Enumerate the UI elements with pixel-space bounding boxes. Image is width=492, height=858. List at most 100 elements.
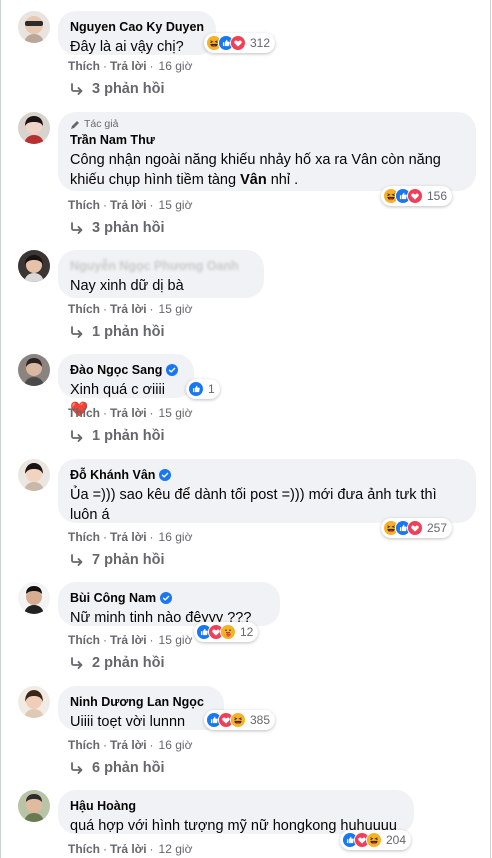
reply-link[interactable]: Trả lời [110,530,147,544]
frame-left-border [0,0,1,858]
timestamp[interactable]: 15 giờ [159,302,193,316]
comment-bubble: Hậu Hoàng quá hợp với hình tượng mỹ nữ h… [58,790,414,834]
love-icon [230,35,246,51]
view-replies-link[interactable]: 2 phản hồi [70,655,165,671]
avatar[interactable] [18,112,50,144]
reaction-summary[interactable]: 156 [381,186,453,206]
avatar[interactable] [18,582,50,614]
replies-count: 6 phản hồi [92,760,165,776]
pen-icon [71,120,79,129]
like-link[interactable]: Thích [68,59,100,73]
view-replies-link[interactable]: 1 phản hồi [70,324,165,340]
separator-dot: · [149,738,154,752]
comment-author[interactable]: Nguyen Cao Ky Duyen [70,19,204,35]
separator-dot: · [149,530,154,544]
comment-actions: Thích · Trả lời · 15 giờ [68,302,192,316]
comment-author[interactable]: Nguyễn Ngọc Phương Oanh [70,258,252,274]
verified-badge-icon [159,469,172,481]
like-link[interactable]: Thích [68,530,100,544]
comment-text: Uiiii toẹt vời lunnn [70,714,186,730]
reaction-count: 257 [427,521,448,535]
timestamp[interactable]: 16 giờ [159,59,193,73]
reply-arrow-icon [70,222,84,234]
reaction-summary[interactable]: 385 [204,710,276,730]
replies-count: 7 phản hồi [92,552,165,568]
comment-bubble: Tác giả Trần Nam Thư Công nhận ngoài năn… [58,112,476,191]
reply-arrow-icon [70,657,84,669]
comment-bubble: Đỗ Khánh Vân Ủa =))) sao kêu để dành tối… [58,459,476,523]
timestamp[interactable]: 16 giờ [159,530,193,544]
reaction-summary[interactable]: 312 [204,33,276,53]
verified-badge-icon [160,592,173,604]
timestamp[interactable]: 16 giờ [159,738,193,752]
view-replies-link[interactable]: 1 phản hồi [70,428,165,444]
comment-text: Công nhận ngoài năng khiếu nhảy hố xa ra… [70,152,441,188]
like-link[interactable]: Thích [68,302,100,316]
replies-count: 1 phản hồi [92,428,165,444]
replies-count: 3 phản hồi [92,220,165,236]
comment-author[interactable]: Bùi Công Nam [70,590,268,606]
like-link[interactable]: Thích [68,198,100,212]
reaction-count: 12 [240,625,254,639]
comment-author[interactable]: Hậu Hoàng [70,798,402,814]
reaction-count: 156 [427,189,448,203]
reply-link[interactable]: Trả lời [110,738,147,752]
separator-dot: · [103,59,107,73]
comment-bubble: Nguyễn Ngọc Phương Oanh Nay xinh dữ dị b… [58,250,264,298]
comment-bubble: Ninh Dương Lan Ngọc Uiiii toẹt vời lunnn [58,686,224,730]
comment-author[interactable]: Trần Nam Thư [70,132,464,148]
comment-actions: Thích · Trả lời · 12 giờ [68,842,192,856]
avatar[interactable] [18,11,50,43]
reaction-summary[interactable]: 257 [381,518,453,538]
avatar[interactable] [18,790,50,822]
comment-actions: Thích · Trả lời · 16 giờ [68,59,192,73]
comment-author[interactable]: Đào Ngọc Sang [70,362,182,378]
separator-dot: · [149,198,154,212]
replies-count: 3 phản hồi [92,81,165,97]
separator-dot: · [103,406,107,420]
view-replies-link[interactable]: 6 phản hồi [70,760,165,776]
reaction-summary[interactable]: 204 [340,830,412,850]
reaction-count: 1 [208,382,215,396]
verified-badge-icon [166,364,179,376]
avatar[interactable] [18,250,50,282]
separator-dot: · [103,530,107,544]
avatar[interactable] [18,459,50,491]
haha-icon [366,832,382,848]
comment-actions: Thích · Trả lời · 16 giờ [68,530,192,544]
reply-link[interactable]: Trả lời [110,842,147,856]
reply-link[interactable]: Trả lời [110,633,147,647]
like-icon [188,381,204,397]
reaction-summary[interactable]: 12 [194,622,259,642]
view-replies-link[interactable]: 7 phản hồi [70,552,165,568]
comment-author[interactable]: Đỗ Khánh Vân [70,467,464,483]
reply-link[interactable]: Trả lời [110,59,147,73]
timestamp[interactable]: 15 giờ [159,633,193,647]
like-link[interactable]: Thích [68,406,100,420]
avatar[interactable] [18,354,50,386]
reply-arrow-icon [70,326,84,338]
like-link[interactable]: Thích [68,738,100,752]
separator-dot: · [103,738,107,752]
like-link[interactable]: Thích [68,842,100,856]
reaction-summary[interactable]: 1 [186,379,220,399]
reaction-count: 312 [250,36,271,50]
reply-link[interactable]: Trả lời [110,302,147,316]
timestamp[interactable]: 15 giờ [159,198,193,212]
avatar[interactable] [18,686,50,718]
comment-author[interactable]: Ninh Dương Lan Ngọc [70,694,212,710]
like-link[interactable]: Thích [68,633,100,647]
view-replies-link[interactable]: 3 phản hồi [70,220,165,236]
comment-bubble: Nguyen Cao Ky Duyen Đây là ai vậy chị? [58,11,217,55]
timestamp[interactable]: 15 giờ [159,406,193,420]
reaction-count: 385 [250,713,271,727]
separator-dot: · [149,59,154,73]
separator-dot: · [103,198,107,212]
timestamp[interactable]: 12 giờ [159,842,193,856]
love-icon [407,520,423,536]
view-replies-link[interactable]: 3 phản hồi [70,81,165,97]
reply-arrow-icon [70,430,84,442]
reply-arrow-icon [70,762,84,774]
reply-link[interactable]: Trả lời [110,406,147,420]
reply-link[interactable]: Trả lời [110,198,147,212]
